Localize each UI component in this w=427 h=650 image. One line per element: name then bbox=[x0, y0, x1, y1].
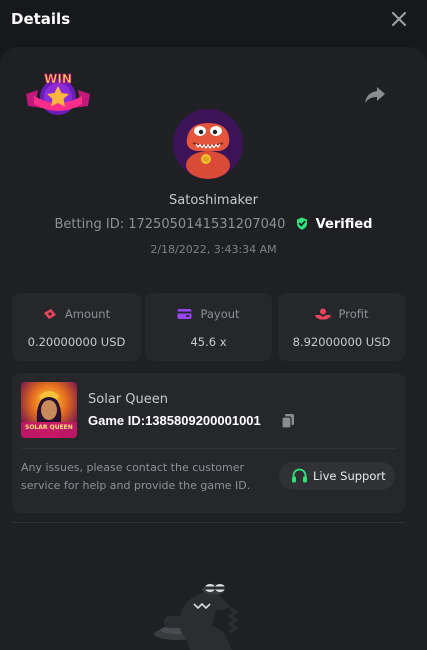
profit-stat: Profit 8.92000000 USD bbox=[278, 293, 405, 361]
game-id: Game ID:1385809200001001 bbox=[88, 413, 261, 428]
support-hint-text: Any issues, please contact the customer … bbox=[21, 461, 251, 492]
avatar bbox=[173, 109, 243, 179]
profit-icon bbox=[315, 308, 330, 320]
details-header: Details bbox=[0, 0, 427, 38]
divider bbox=[12, 522, 405, 523]
profit-label: Profit bbox=[338, 307, 369, 321]
bet-date: 2/18/2022, 3:43:34 AM bbox=[150, 243, 277, 256]
win-badge-icon: WIN bbox=[26, 72, 90, 115]
game-name: Solar Queen bbox=[88, 392, 168, 407]
live-support-label: Live Support bbox=[313, 469, 386, 483]
verified-shield-icon bbox=[296, 217, 307, 230]
payout-value: 45.6 x bbox=[190, 335, 227, 349]
headset-icon bbox=[292, 468, 307, 483]
crocodile-avatar-icon bbox=[173, 109, 243, 179]
solar-queen-thumbnail-icon: SOLAR QUEEN bbox=[21, 382, 77, 438]
page-title: Details bbox=[11, 10, 71, 28]
copy-icon[interactable] bbox=[280, 413, 296, 429]
betting-id-label: Betting ID: bbox=[54, 217, 125, 232]
game-panel: SOLAR QUEEN Solar Queen Game ID:13858092… bbox=[12, 373, 405, 513]
payout-stat: Payout 45.6 x bbox=[145, 293, 272, 361]
amount-value: 0.20000000 USD bbox=[27, 335, 126, 349]
profit-value: 8.92000000 USD bbox=[292, 335, 391, 349]
payout-label: Payout bbox=[200, 307, 240, 321]
crocodile-mascot-icon bbox=[154, 583, 239, 650]
money-icon bbox=[43, 309, 56, 319]
game-id-label: Game ID: bbox=[88, 413, 146, 428]
game-id-value: 1385809200001001 bbox=[145, 413, 261, 428]
amount-stat: Amount 0.20000000 USD bbox=[12, 293, 141, 361]
game-thumbnail[interactable]: SOLAR QUEEN bbox=[21, 382, 77, 438]
wallet-icon bbox=[177, 309, 192, 319]
betting-id-value: 1725050141531207040 bbox=[128, 217, 286, 232]
live-support-button[interactable]: Live Support bbox=[279, 462, 395, 490]
divider bbox=[21, 448, 396, 449]
username: Satoshimaker bbox=[169, 193, 258, 208]
betting-id-line: Betting ID: 1725050141531207040 Verified bbox=[0, 217, 427, 232]
share-icon[interactable] bbox=[364, 86, 386, 104]
verified-label: Verified bbox=[315, 217, 373, 232]
amount-label: Amount bbox=[64, 307, 111, 321]
svg-text:SOLAR QUEEN: SOLAR QUEEN bbox=[25, 424, 73, 431]
close-icon[interactable] bbox=[391, 11, 407, 27]
svg-text:WIN: WIN bbox=[44, 72, 72, 86]
